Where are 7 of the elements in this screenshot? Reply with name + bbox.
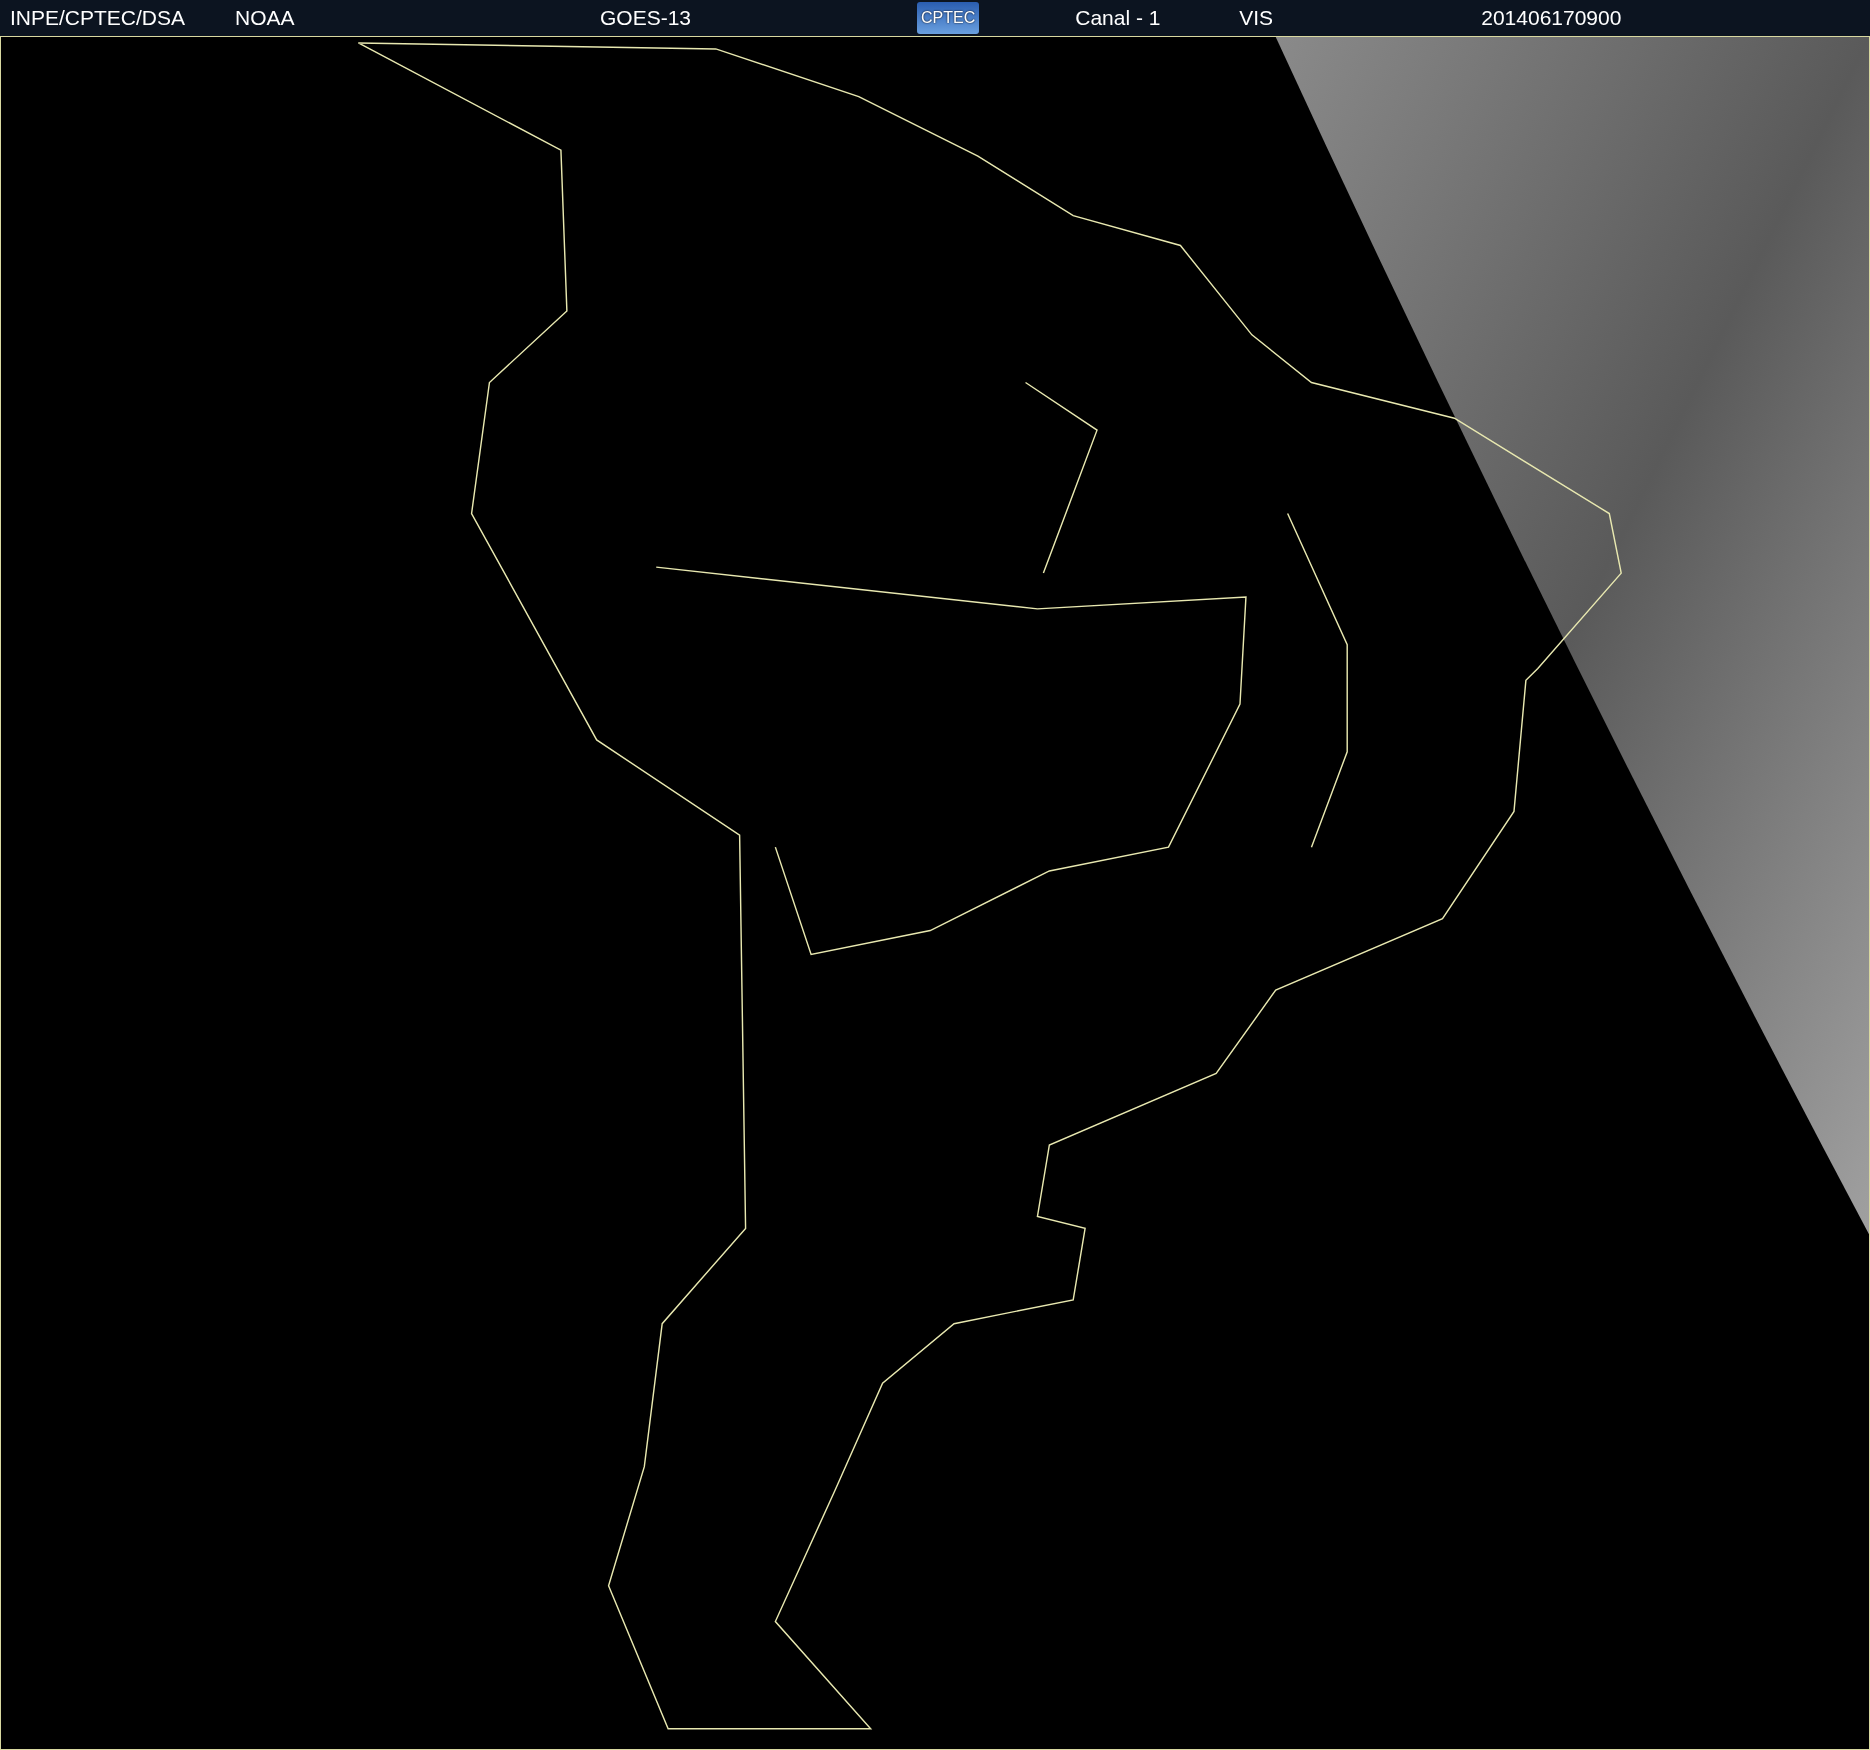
header-label: GOES-13 [600,5,693,32]
header-label: 201406170900 [1481,5,1623,32]
header-label: Canal - 1 [1075,5,1162,32]
header-label: INPE/CPTEC/DSA [9,5,187,32]
header-label: NOAA [235,5,296,32]
header-label: VIS [1239,5,1275,32]
logo: CPTEC [917,2,980,34]
